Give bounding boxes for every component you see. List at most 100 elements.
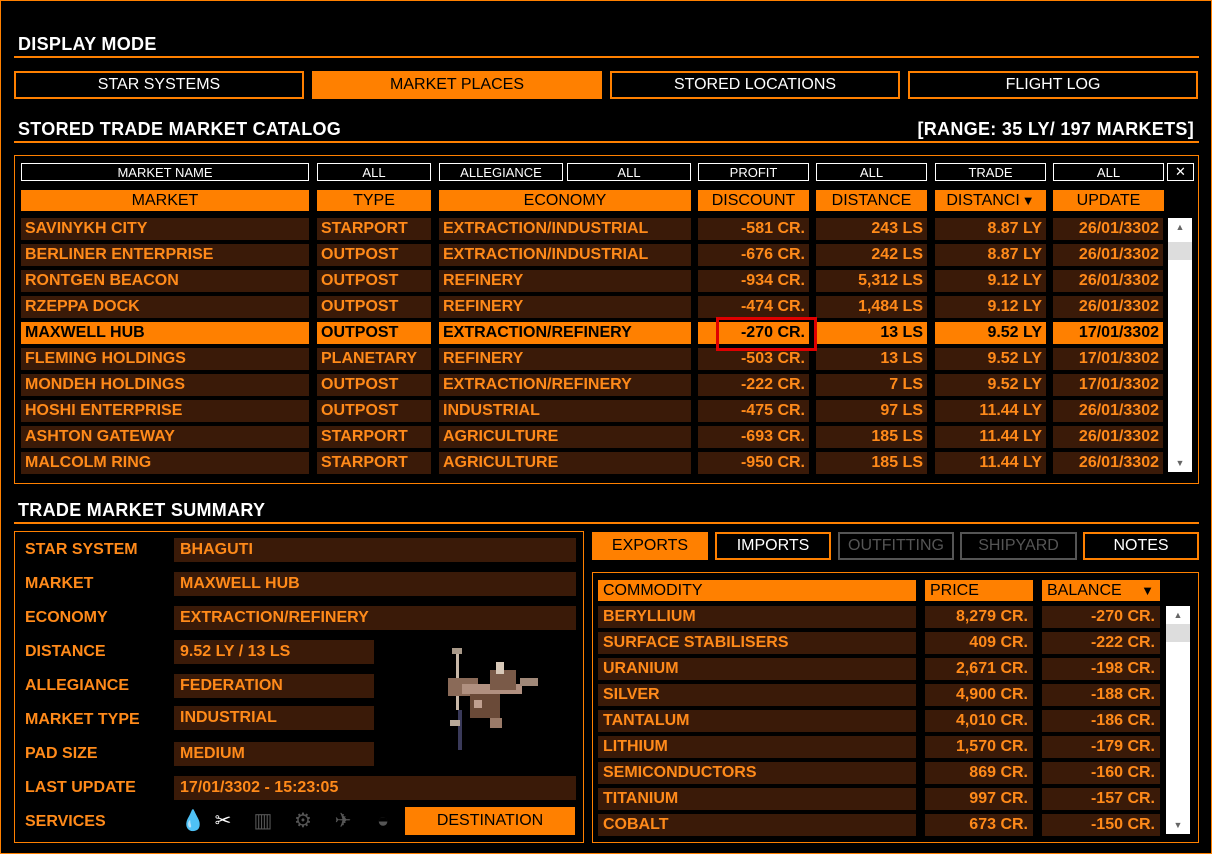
col-header-commodity[interactable]: COMMODITY xyxy=(598,580,916,601)
allegiance-filter-label[interactable]: ALLEGIANCE xyxy=(439,163,563,181)
type-filter[interactable]: ALL xyxy=(317,163,431,181)
cell-update: 26/01/3302 xyxy=(1053,218,1163,240)
table-row[interactable]: BERLINER ENTERPRISE OUTPOST EXTRACTION/IND… xyxy=(21,244,1163,266)
commodity-balance: -150 CR. xyxy=(1042,814,1160,836)
repair-icon: ✂ xyxy=(214,810,232,832)
list-item[interactable]: BERYLLIUM 8,279 CR. -270 CR. xyxy=(598,606,1160,628)
cell-market: ASHTON GATEWAY xyxy=(21,426,309,448)
cell-distance: 97 LS xyxy=(816,400,927,422)
list-item[interactable]: SURFACE STABILISERS 409 CR. -222 CR. xyxy=(598,632,1160,654)
col-header-distance[interactable]: DISTANCE xyxy=(816,190,927,211)
cell-distance-ly: 9.52 LY xyxy=(935,322,1046,344)
tab-notes[interactable]: NOTES xyxy=(1083,532,1199,560)
profit-filter-label[interactable]: PROFIT xyxy=(698,163,809,181)
col-header-discount[interactable]: DISCOUNT xyxy=(698,190,809,211)
market-name-filter[interactable]: MARKET NAME xyxy=(21,163,309,181)
list-item[interactable]: SEMICONDUCTORS 869 CR. -160 CR. xyxy=(598,762,1160,784)
scroll-down-icon[interactable]: ▼ xyxy=(1168,456,1192,470)
cell-discount: -581 CR. xyxy=(698,218,809,240)
station-image xyxy=(448,648,538,750)
table-row[interactable]: RONTGEN BEACON OUTPOST REFINERY -934 CR. 5,3… xyxy=(21,270,1163,292)
cell-economy: EXTRACTION/REFINERY xyxy=(439,322,691,344)
list-item[interactable]: SILVER 4,900 CR. -188 CR. xyxy=(598,684,1160,706)
tab-exports[interactable]: EXPORTS xyxy=(592,532,708,560)
commodity-balance: -188 CR. xyxy=(1042,684,1160,706)
commodity-name: LITHIUM xyxy=(598,736,916,758)
sort-down-icon: ▼ xyxy=(1141,583,1154,598)
cell-market: HOSHI ENTERPRISE xyxy=(21,400,309,422)
cell-distance: 13 LS xyxy=(816,322,927,344)
market-type-label: MARKET TYPE xyxy=(25,711,140,728)
list-item[interactable]: TANTALUM 4,010 CR. -186 CR. xyxy=(598,710,1160,732)
col-header-distance-ly-label: DISTANCI xyxy=(946,191,1020,209)
cell-distance-ly: 11.44 LY xyxy=(935,452,1046,474)
cell-distance: 242 LS xyxy=(816,244,927,266)
cell-economy: EXTRACTION/INDUSTRIAL xyxy=(439,218,691,240)
scroll-up-icon[interactable]: ▲ xyxy=(1166,608,1190,622)
tab-outfitting[interactable]: OUTFITTING xyxy=(838,532,954,560)
scroll-down-icon[interactable]: ▼ xyxy=(1166,818,1190,832)
table-row[interactable]: MAXWELL HUB OUTPOST EXTRACTION/REFINERY -27… xyxy=(21,322,1163,344)
cell-economy: INDUSTRIAL xyxy=(439,400,691,422)
col-header-economy[interactable]: ECONOMY xyxy=(439,190,691,211)
market-places-button[interactable]: MARKET PLACES xyxy=(312,71,602,99)
flight-log-button[interactable]: FLIGHT LOG xyxy=(908,71,1198,99)
summary-title: TRADE MARKET SUMMARY xyxy=(18,500,266,520)
cell-type: OUTPOST xyxy=(317,374,431,396)
cell-market: RONTGEN BEACON xyxy=(21,270,309,292)
cell-market: MONDEH HOLDINGS xyxy=(21,374,309,396)
scroll-thumb[interactable] xyxy=(1166,624,1190,642)
col-header-type[interactable]: TYPE xyxy=(317,190,431,211)
services-label: SERVICES xyxy=(25,813,106,830)
cell-distance-ly: 11.44 LY xyxy=(935,426,1046,448)
commodity-price: 4,900 CR. xyxy=(925,684,1033,706)
list-item[interactable]: URANIUM 2,671 CR. -198 CR. xyxy=(598,658,1160,680)
list-item[interactable]: LITHIUM 1,570 CR. -179 CR. xyxy=(598,736,1160,758)
table-row[interactable]: ASHTON GATEWAY STARPORT AGRICULTURE -693 CR… xyxy=(21,426,1163,448)
col-header-update[interactable]: UPDATE xyxy=(1053,190,1164,211)
table-row[interactable]: MONDEH HOLDINGS OUTPOST EXTRACTION/REFINER… xyxy=(21,374,1163,396)
close-icon[interactable]: ✕ xyxy=(1167,163,1194,181)
scroll-thumb[interactable] xyxy=(1168,242,1192,260)
commodity-balance: -160 CR. xyxy=(1042,762,1160,784)
allegiance-filter[interactable]: ALL xyxy=(567,163,691,181)
col-header-distance-ly[interactable]: DISTANCI ▼ xyxy=(935,190,1046,211)
last-update-value: 17/01/3302 - 15:23:05 xyxy=(174,776,576,800)
stored-locations-button[interactable]: STORED LOCATIONS xyxy=(610,71,900,99)
col-header-market[interactable]: MARKET xyxy=(21,190,309,211)
rearm-icon: ▥ xyxy=(253,810,273,832)
cell-type: PLANETARY xyxy=(317,348,431,370)
table-row[interactable]: RZEPPA DOCK OUTPOST REFINERY -474 CR. 1,484 … xyxy=(21,296,1163,318)
scroll-up-icon[interactable]: ▲ xyxy=(1168,220,1192,234)
destination-button[interactable]: DESTINATION xyxy=(405,807,575,835)
cell-market: MALCOLM RING xyxy=(21,452,309,474)
cell-economy: REFINERY xyxy=(439,348,691,370)
col-header-price[interactable]: PRICE xyxy=(925,580,1033,601)
trade-filter-label[interactable]: TRADE xyxy=(935,163,1046,181)
profit-filter[interactable]: ALL xyxy=(816,163,927,181)
catalog-title: STORED TRADE MARKET CATALOG xyxy=(18,119,342,139)
tab-shipyard[interactable]: SHIPYARD xyxy=(960,532,1077,560)
cell-discount: -934 CR. xyxy=(698,270,809,292)
trade-filter[interactable]: ALL xyxy=(1053,163,1164,181)
table-row[interactable]: SAVINYKH CITY STARPORT EXTRACTION/INDUSTRI… xyxy=(21,218,1163,240)
pad-size-label: PAD SIZE xyxy=(25,745,98,762)
col-header-balance[interactable]: BALANCE ▼ xyxy=(1042,580,1160,601)
tab-imports[interactable]: IMPORTS xyxy=(715,532,831,560)
cell-update: 17/01/3302 xyxy=(1053,374,1163,396)
cell-type: STARPORT xyxy=(317,452,431,474)
table-row[interactable]: HOSHI ENTERPRISE OUTPOST INDUSTRIAL -475 CR… xyxy=(21,400,1163,422)
commodity-scrollbar[interactable]: ▲ ▼ xyxy=(1166,606,1190,834)
cell-update: 26/01/3302 xyxy=(1053,270,1163,292)
table-row[interactable]: MALCOLM RING STARPORT AGRICULTURE -950 CR. 1… xyxy=(21,452,1163,474)
cell-distance: 7 LS xyxy=(816,374,927,396)
catalog-scrollbar[interactable]: ▲ ▼ xyxy=(1168,218,1192,472)
star-systems-button[interactable]: STAR SYSTEMS xyxy=(14,71,304,99)
commodity-balance: -222 CR. xyxy=(1042,632,1160,654)
cell-economy: AGRICULTURE xyxy=(439,426,691,448)
divider xyxy=(14,141,1199,143)
shipyard-icon: ✈ xyxy=(334,810,352,832)
table-row[interactable]: FLEMING HOLDINGS PLANETARY REFINERY -503 CR… xyxy=(21,348,1163,370)
list-item[interactable]: TITANIUM 997 CR. -157 CR. xyxy=(598,788,1160,810)
list-item[interactable]: COBALT 673 CR. -150 CR. xyxy=(598,814,1160,836)
